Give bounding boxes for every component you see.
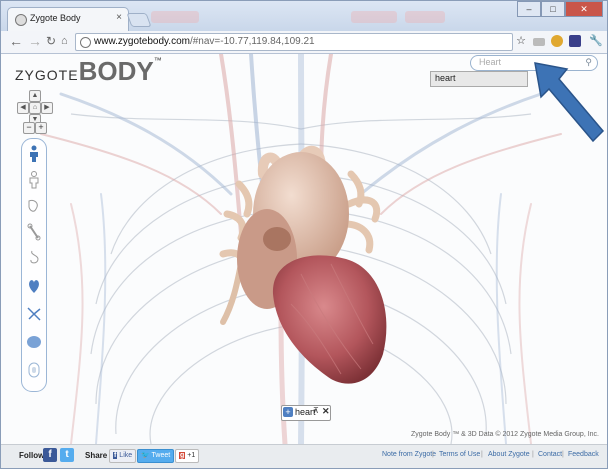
home-view-icon[interactable]: ⌂	[29, 102, 41, 114]
share-label: Share	[85, 451, 108, 460]
footer-link-terms[interactable]: Terms of Use	[439, 451, 480, 458]
pointer-arrow-icon	[534, 62, 605, 143]
address-bar[interactable]: www.zygotebody.com/#nav=-10.77,119.84,10…	[75, 33, 513, 51]
google-plus-button[interactable]: g +1	[175, 449, 200, 463]
suggestion-label: heart	[435, 73, 456, 83]
tweet-button[interactable]: 🐦 Tweet	[137, 449, 175, 463]
search-suggestion[interactable]: heart	[430, 71, 528, 87]
browser-tab[interactable]: Zygote Body ×	[7, 7, 129, 32]
selected-item-chip: + heart ⊼ ✕	[281, 405, 331, 421]
add-icon[interactable]: +	[283, 407, 293, 417]
skin-layer-icon[interactable]	[26, 145, 42, 163]
home-icon[interactable]: ⌂	[61, 35, 68, 47]
ghost-tab	[351, 11, 397, 23]
window-controls: – □ ✕	[517, 1, 603, 17]
tab-strip: Zygote Body × – □ ✕	[1, 1, 607, 32]
close-icon[interactable]: ✕	[322, 406, 330, 417]
browser-window: Zygote Body × – □ ✕ ← → ↻ ⌂ www.zygotebo…	[0, 0, 608, 469]
facebook-like-button[interactable]: f Like	[109, 449, 137, 463]
page-footer: Follow f t Share f Like 🐦 Tweet g +1 Not…	[1, 444, 607, 468]
twitter-icon[interactable]: t	[60, 448, 74, 462]
anatomy-viewer[interactable]	[1, 54, 607, 444]
heart-model[interactable]	[219, 145, 387, 384]
pan-right-icon[interactable]: ▶	[41, 102, 53, 114]
footer-separator: |	[432, 451, 434, 458]
new-tab-button[interactable]	[126, 13, 152, 27]
extension-icon[interactable]	[533, 38, 545, 46]
muscle-layer-icon[interactable]	[26, 171, 42, 189]
zygote-body-logo[interactable]: ZYGOTEBODY™	[15, 56, 163, 87]
search-input[interactable]: Heart	[479, 57, 501, 67]
zoom-out-button[interactable]: −	[23, 122, 35, 134]
maximize-button[interactable]: □	[541, 1, 565, 17]
footer-link-contact[interactable]: Contact	[538, 451, 562, 458]
extension-icon[interactable]	[551, 35, 563, 47]
follow-label: Follow	[19, 451, 45, 460]
tab-title: Zygote Body	[30, 13, 81, 23]
digestive-layer-icon[interactable]	[26, 249, 42, 267]
back-icon[interactable]: ←	[9, 33, 23, 49]
footer-link-feedback[interactable]: Feedback	[568, 451, 599, 458]
footer-separator: |	[562, 451, 564, 458]
ghost-tab	[151, 11, 199, 23]
pan-left-icon[interactable]: ◀	[17, 102, 29, 114]
url-text: www.zygotebody.com/#nav=-10.77,119.84,10…	[94, 36, 315, 47]
footer-link-about[interactable]: About Zygote	[488, 451, 530, 458]
pan-up-icon[interactable]: ▲	[29, 90, 41, 102]
extension-icon[interactable]	[569, 35, 581, 47]
ghost-tab	[405, 11, 445, 23]
footer-separator: |	[481, 451, 483, 458]
nerve-layer-icon[interactable]	[26, 305, 42, 323]
slider-handle-icon[interactable]	[26, 361, 42, 379]
brain-layer-icon[interactable]	[26, 333, 42, 351]
tab-close-icon[interactable]: ×	[116, 12, 122, 23]
bone-layer-icon[interactable]	[26, 223, 42, 241]
page-icon	[80, 37, 91, 48]
favicon-icon	[15, 14, 27, 26]
footer-separator: |	[532, 451, 534, 458]
browser-toolbar: ← → ↻ ⌂ www.zygotebody.com/#nav=-10.77,1…	[1, 31, 607, 54]
minimize-button[interactable]: –	[517, 1, 541, 17]
zoom-in-button[interactable]: +	[35, 122, 47, 134]
star-icon[interactable]: ☆	[515, 35, 527, 47]
pin-icon[interactable]: ⊼	[313, 406, 319, 415]
copyright-text: Zygote Body ™ & 3D Data © 2012 Zygote Me…	[410, 431, 599, 438]
close-window-button[interactable]: ✕	[565, 1, 603, 17]
reload-icon[interactable]: ↻	[46, 34, 56, 48]
wrench-icon[interactable]: 🔧	[589, 35, 603, 47]
organ-layer-icon[interactable]	[26, 197, 42, 215]
footer-link-note[interactable]: Note from Zygote	[382, 451, 436, 458]
layer-panel	[21, 138, 47, 392]
facebook-icon[interactable]: f	[43, 448, 57, 462]
heart-layer-icon[interactable]	[26, 277, 42, 295]
forward-icon[interactable]: →	[28, 33, 42, 49]
viewport[interactable]: ZYGOTEBODY™ ▲ ◀ ⌂ ▶ ▼ − + Heart ⚲ heart …	[1, 54, 607, 444]
